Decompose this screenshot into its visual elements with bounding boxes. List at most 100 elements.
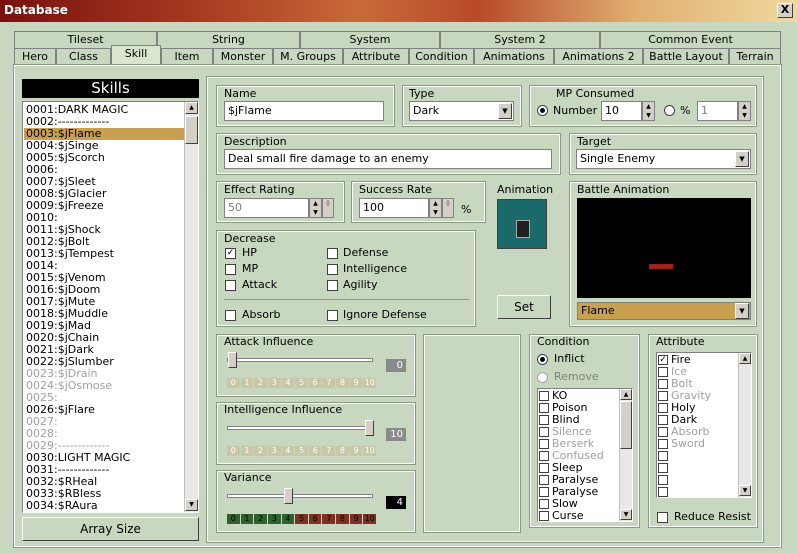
defense-checkbox[interactable]	[327, 248, 338, 259]
condition-checkbox[interactable]	[539, 511, 549, 521]
effect-extra-spinner[interactable]: ◊	[322, 198, 334, 218]
attribute-checkbox[interactable]	[658, 379, 668, 389]
mp-percent-radio[interactable]	[664, 105, 675, 116]
attribute-checkbox[interactable]	[658, 463, 668, 473]
attribute-checkbox[interactable]	[658, 367, 668, 377]
tab-attribute[interactable]: Attribute	[343, 48, 409, 65]
set-button[interactable]: Set	[497, 295, 551, 319]
attribute-checkbox[interactable]	[658, 487, 668, 497]
tab-item[interactable]: Item	[161, 48, 213, 65]
array-size-button[interactable]: Array Size	[22, 517, 199, 541]
condition-list[interactable]: KO Poison Blind Silence Berserk Confused Sleep…	[537, 388, 633, 522]
attribute-item[interactable]	[658, 450, 738, 462]
attribute-checkbox[interactable]	[658, 451, 668, 461]
condition-item[interactable]: Curse	[539, 510, 619, 521]
attribute-checkbox[interactable]	[658, 439, 668, 449]
scroll-down-arrow-icon[interactable]: ▼	[185, 499, 198, 511]
tab-animations[interactable]: Animations	[474, 48, 554, 65]
scroll-thumb[interactable]	[185, 116, 198, 144]
tab-monster[interactable]: Monster	[213, 48, 273, 65]
tab-terrain[interactable]: Terrain	[729, 48, 781, 65]
attribute-checkbox[interactable]: ✓	[658, 355, 668, 365]
intelligence-checkbox[interactable]	[327, 264, 338, 275]
condition-checkbox[interactable]	[539, 439, 549, 449]
close-button[interactable]: X	[777, 3, 793, 18]
intelligence-influence-track[interactable]	[227, 426, 373, 430]
tab-animations-2[interactable]: Animations 2	[554, 48, 643, 65]
attribute-item[interactable]: Gravity	[658, 390, 738, 402]
success-spinner[interactable]: ▲ ▼	[429, 198, 442, 218]
tab-condition[interactable]: Condition	[409, 48, 474, 65]
scroll-up-arrow-icon[interactable]: ▲	[620, 389, 632, 400]
attribute-item[interactable]	[658, 474, 738, 486]
condition-item[interactable]: Paralyse	[539, 486, 619, 498]
attribute-checkbox[interactable]	[658, 475, 668, 485]
reduce-resist-checkbox[interactable]	[657, 512, 668, 523]
description-input[interactable]: Deal small fire damage to an enemy	[224, 149, 552, 169]
attribute-checkbox[interactable]	[658, 415, 668, 425]
attribute-item[interactable]	[658, 462, 738, 474]
mp-percent-input[interactable]: 1	[697, 101, 738, 121]
skills-scrollbar[interactable]: ▲ ▼	[184, 102, 198, 512]
condition-checkbox[interactable]	[539, 391, 549, 401]
scroll-thumb[interactable]	[620, 401, 632, 449]
scroll-up-arrow-icon[interactable]: ▲	[185, 102, 198, 114]
remove-radio[interactable]	[537, 372, 548, 383]
tab-class[interactable]: Class	[56, 48, 111, 65]
type-select[interactable]: Dark ▼	[409, 101, 514, 121]
condition-checkbox[interactable]	[539, 463, 549, 473]
attribute-scrollbar[interactable]: ▲ ▼	[738, 353, 751, 497]
condition-checkbox[interactable]	[539, 427, 549, 437]
attribute-item[interactable]: Holy	[658, 402, 738, 414]
condition-scrollbar[interactable]: ▲ ▼	[619, 389, 632, 521]
tab-string[interactable]: String	[157, 31, 300, 48]
intelligence-influence-slider[interactable]	[365, 420, 374, 436]
chevron-down-icon[interactable]: ▼	[735, 303, 749, 319]
attribute-checkbox[interactable]	[658, 403, 668, 413]
skills-list[interactable]: 0001:DARK MAGIC 0002:------------- 0003:$j…	[22, 101, 199, 513]
tab-m-groups[interactable]: M. Groups	[273, 48, 343, 65]
condition-checkbox[interactable]	[539, 487, 549, 497]
attribute-item[interactable]: Ice	[658, 366, 738, 378]
tab-hero[interactable]: Hero	[14, 48, 56, 65]
mp-checkbox[interactable]	[225, 264, 236, 275]
success-input[interactable]: 100	[359, 198, 429, 218]
variance-track[interactable]	[227, 494, 373, 498]
attribute-item[interactable]	[658, 486, 738, 497]
variance-slider[interactable]	[284, 488, 293, 504]
condition-checkbox[interactable]	[539, 499, 549, 509]
condition-checkbox[interactable]	[539, 415, 549, 425]
tab-common-event[interactable]: Common Event	[600, 31, 781, 48]
attribute-item[interactable]: Sword	[658, 438, 738, 450]
condition-checkbox[interactable]	[539, 451, 549, 461]
target-select[interactable]: Single Enemy ▼	[576, 149, 751, 169]
scroll-down-arrow-icon[interactable]: ▼	[739, 485, 751, 496]
mp-number-radio[interactable]	[537, 105, 548, 116]
scroll-up-arrow-icon[interactable]: ▲	[739, 353, 751, 364]
tab-battle-layout[interactable]: Battle Layout	[643, 48, 729, 65]
condition-checkbox[interactable]	[539, 475, 549, 485]
attribute-item[interactable]: ✓ Fire	[658, 354, 738, 366]
skill-list-item[interactable]: 0034:$RAura	[24, 500, 184, 512]
tab-system-2[interactable]: System 2	[440, 31, 600, 48]
tab-skill[interactable]: Skill	[111, 45, 161, 64]
absorb-checkbox[interactable]	[225, 310, 236, 321]
attribute-checkbox[interactable]	[658, 427, 668, 437]
mp-percent-spinner[interactable]: ▲ ▼	[738, 101, 751, 121]
attack-influence-track[interactable]	[227, 358, 373, 362]
attribute-checkbox[interactable]	[658, 391, 668, 401]
attack-influence-slider[interactable]	[228, 352, 237, 368]
hp-checkbox[interactable]: ✓	[225, 248, 236, 259]
chevron-down-icon[interactable]: ▼	[735, 151, 749, 167]
scroll-down-arrow-icon[interactable]: ▼	[620, 509, 632, 520]
success-extra-spinner[interactable]: ◊	[442, 198, 454, 218]
battle-animation-select[interactable]: Flame ▼	[577, 302, 751, 320]
chevron-down-icon[interactable]: ▼	[498, 103, 512, 119]
agility-checkbox[interactable]	[327, 280, 338, 291]
name-input[interactable]: $jFlame	[224, 101, 384, 121]
ignore-defense-checkbox[interactable]	[327, 310, 338, 321]
condition-checkbox[interactable]	[539, 403, 549, 413]
effect-input[interactable]: 50	[224, 198, 309, 218]
inflict-radio[interactable]	[537, 354, 548, 365]
mp-number-spinner[interactable]: ▲ ▼	[642, 101, 655, 121]
